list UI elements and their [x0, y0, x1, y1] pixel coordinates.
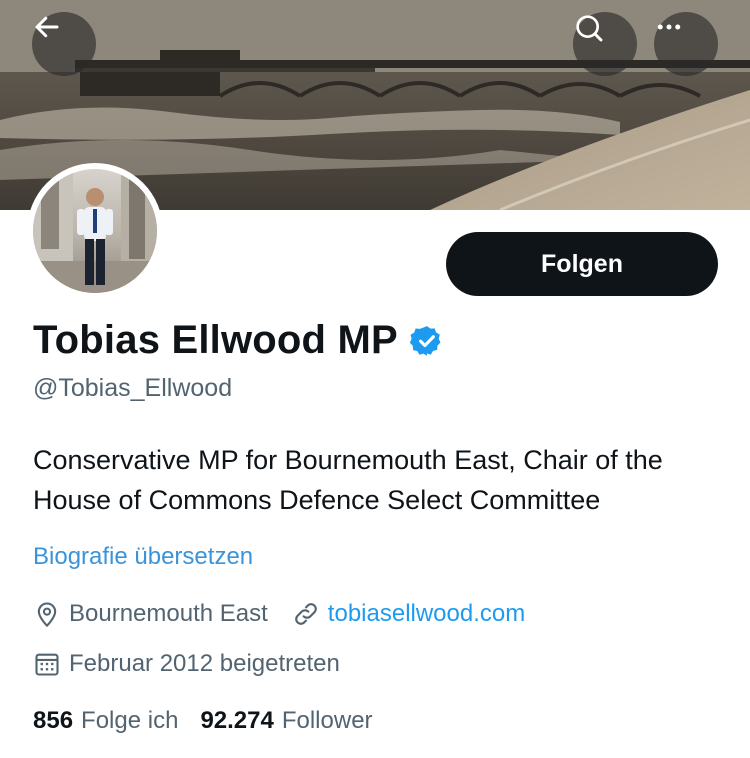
more-button[interactable]: [654, 12, 718, 76]
profile-joined-date: Februar 2012 beigetreten: [69, 650, 340, 677]
back-button[interactable]: [32, 12, 96, 76]
followers-label: Follower: [281, 707, 373, 734]
profile-meta-row: Bournemouth East tobiasellwood.com: [33, 600, 525, 628]
followers-count: 92.274: [200, 707, 274, 734]
profile-website-link[interactable]: tobiasellwood.com: [328, 600, 525, 628]
display-name: Tobias Ellwood MP: [33, 318, 398, 362]
search-icon: [576, 15, 603, 42]
profile-location: Bournemouth East: [69, 600, 268, 627]
avatar[interactable]: [27, 163, 163, 299]
follow-button[interactable]: Folgen: [446, 232, 718, 296]
arrow-left-icon: [35, 16, 59, 38]
profile-handle: @Tobias_Ellwood: [33, 374, 233, 402]
profile-name-row: Tobias Ellwood MP: [33, 318, 444, 363]
following-label: Folge ich: [81, 707, 179, 734]
profile-bio: Conservative MP for Bournemouth East, Ch…: [33, 445, 663, 515]
following-stat[interactable]: 856 Folge ich: [33, 707, 178, 735]
following-count: 856: [33, 707, 74, 734]
avatar-image: [33, 169, 157, 293]
location-pin-icon: [37, 602, 57, 628]
profile-stats: 856 Folge ich 92.274 Follower: [33, 707, 395, 735]
more-horizontal-icon: [657, 24, 681, 30]
calendar-icon: [35, 653, 59, 676]
verified-badge-icon[interactable]: [409, 324, 444, 358]
followers-stat[interactable]: 92.274 Follower: [200, 707, 372, 735]
search-button[interactable]: [573, 12, 637, 76]
translate-bio-link[interactable]: Biografie übersetzen: [33, 543, 253, 571]
link-icon: [294, 603, 317, 625]
profile-joined-row: Februar 2012 beigetreten: [33, 650, 340, 678]
